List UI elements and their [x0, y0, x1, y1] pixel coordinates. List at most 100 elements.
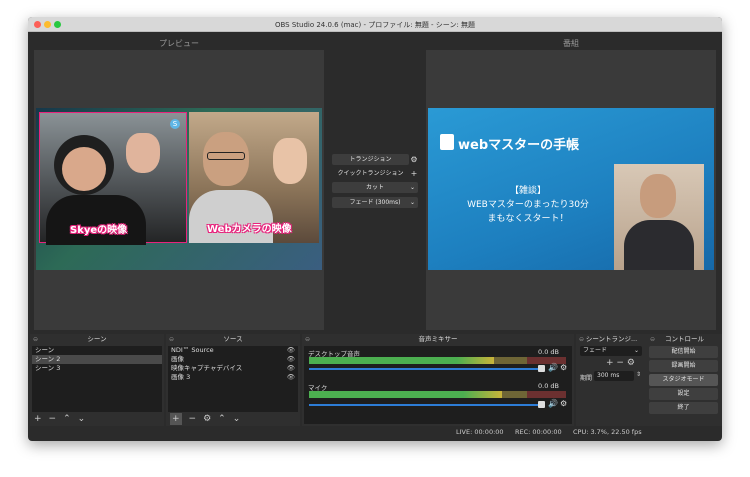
plus-icon[interactable]: + [34, 413, 42, 425]
plus-icon[interactable]: + [170, 413, 182, 425]
source-name: NDI™ Source [171, 346, 214, 354]
minus-icon[interactable]: − [49, 413, 57, 425]
preview-scene[interactable]: S Skyeの映像 Webカメラの映像 [36, 108, 322, 270]
transition-type: フェード [583, 347, 608, 354]
gear-icon[interactable]: ⚙ [560, 363, 567, 372]
dock-icon: ⊖ [650, 336, 656, 343]
cpu-status: CPU: 3.7%, 22.50 fps [573, 428, 642, 436]
track-level: 0.0 dB [538, 382, 559, 390]
person-body [46, 195, 146, 245]
webcam-video: Webカメラの映像 [189, 112, 319, 243]
sources-toolbar: + − ⚙ ⌃ ⌄ [170, 413, 247, 425]
minus-icon[interactable]: − [189, 413, 197, 425]
start-recording-button[interactable]: 録画開始 [649, 360, 718, 372]
eye-icon[interactable]: 👁 [287, 346, 295, 355]
scene-item[interactable]: シーン 2 [32, 355, 162, 364]
settings-button[interactable]: 設定 [649, 388, 718, 400]
meter-red [527, 391, 566, 398]
gear-icon[interactable]: ⚙ [627, 358, 635, 368]
gear-icon[interactable]: ⚙ [560, 399, 567, 408]
presenter-face [640, 174, 676, 218]
glasses [207, 152, 245, 160]
volume-handle[interactable] [538, 365, 545, 372]
title-bar: OBS Studio 24.0.6 (mac) - プロファイル: 無題 - シ… [28, 17, 722, 32]
duration-input[interactable]: 300 ms [594, 371, 634, 381]
chevron-down-icon: ⌄ [409, 199, 415, 206]
chevron-down-icon[interactable]: ⌄ [233, 413, 241, 425]
sources-title: ソース [223, 335, 243, 343]
scenes-dock: ⊖ シーン シーン シーン 2 シーン 3 + − ⌃ ⌄ [30, 334, 164, 426]
skype-video: S Skyeの映像 [39, 112, 187, 245]
speaker-icon[interactable]: 🔊 [548, 363, 558, 372]
transition-select[interactable]: フェード ⌄ [580, 346, 642, 356]
mixer-title: 音声ミキサー [418, 335, 458, 343]
preview-canvas[interactable]: S Skyeの映像 Webカメラの映像 [34, 50, 324, 330]
skype-caption: Skyeの映像 [70, 225, 128, 236]
cut-dropdown[interactable]: カット ⌄ [332, 182, 418, 193]
hand [273, 138, 307, 184]
program-logo: webマスターの手帳 [458, 138, 580, 153]
program-caption: 【雑談】 WEBマスターのまったり30分 まもなくスタート！ [428, 184, 628, 226]
volume-slider[interactable] [309, 404, 545, 406]
source-item[interactable]: 画像 3 👁 [168, 373, 298, 382]
chevron-up-icon[interactable]: ⌃ [218, 413, 226, 425]
chevron-down-icon: ⌄ [633, 347, 639, 354]
controls-title: コントロール [665, 335, 704, 343]
volume-slider[interactable] [309, 368, 545, 370]
chevron-down-icon[interactable]: ⌄ [78, 413, 86, 425]
mixer-header: ⊖ 音声ミキサー [302, 334, 574, 345]
gear-icon[interactable]: ⚙ [203, 413, 211, 425]
caption-line3: まもなくスタート！ [487, 214, 569, 224]
plus-icon[interactable]: + [606, 358, 614, 368]
controls-header: ⊖ コントロール [647, 334, 722, 345]
eye-icon[interactable]: 👁 [287, 373, 295, 382]
dock-icon: ⊖ [305, 336, 311, 343]
presenter-body [624, 220, 694, 270]
preview-header: プレビュー [159, 39, 199, 48]
source-item[interactable]: NDI™ Source 👁 [168, 346, 298, 355]
speaker-icon[interactable]: 🔊 [548, 399, 558, 408]
window-title: OBS Studio 24.0.6 (mac) - プロファイル: 無題 - シ… [274, 21, 476, 29]
eye-icon[interactable]: 👁 [287, 355, 295, 364]
sources-list[interactable]: NDI™ Source 👁 画像 👁 映像キャプチャデバイス 👁 画像 3 👁 [168, 346, 298, 412]
audio-meter [309, 357, 566, 364]
exit-button[interactable]: 終了 [649, 402, 718, 414]
scenes-title: シーン [87, 335, 107, 343]
studio-mode-button[interactable]: スタジオモード [649, 374, 718, 386]
source-name: 画像 [171, 355, 184, 363]
eye-icon[interactable]: 👁 [287, 364, 295, 373]
notebook-icon [440, 134, 454, 150]
caption-line2: WEBマスターのまったり30分 [467, 200, 589, 210]
fade-dropdown[interactable]: フェード (300ms) ⌄ [332, 197, 418, 208]
person-face [62, 147, 106, 191]
dock-icon: ⊖ [33, 336, 39, 343]
program-canvas[interactable]: webマスターの手帳 【雑談】 WEBマスターのまったり30分 まもなくスタート… [426, 50, 716, 330]
source-item[interactable]: 画像 👁 [168, 355, 298, 364]
scene-item[interactable]: シーン 3 [32, 364, 162, 373]
source-name: 画像 3 [171, 373, 191, 381]
scene-item[interactable]: シーン [32, 346, 162, 355]
plus-icon[interactable]: + [410, 168, 418, 179]
start-streaming-button[interactable]: 配信開始 [649, 346, 718, 358]
source-item[interactable]: 映像キャプチャデバイス 👁 [168, 364, 298, 373]
live-status: LIVE: 00:00:00 [456, 428, 504, 436]
presenter-video [614, 164, 704, 270]
sources-dock: ⊖ ソース NDI™ Source 👁 画像 👁 映像キャプチャデバイス 👁 画像 3 👁… [166, 334, 300, 426]
duration-label: 期間 [580, 375, 593, 382]
track-level: 0.0 dB [538, 348, 559, 356]
hand [126, 133, 160, 173]
gear-icon[interactable]: ⚙ [410, 154, 418, 165]
webcam-caption: Webカメラの映像 [207, 224, 292, 235]
fade-label: フェード (300ms) [349, 199, 401, 206]
audio-meter [309, 391, 566, 398]
scenes-list[interactable]: シーン シーン 2 シーン 3 [32, 346, 162, 412]
minus-icon[interactable]: − [616, 358, 624, 368]
transition-button[interactable]: トランジション [332, 154, 409, 165]
chevron-up-icon[interactable]: ⌃ [63, 413, 71, 425]
program-header: 番組 [563, 39, 579, 48]
meter-fill [309, 357, 495, 364]
obs-window: OBS Studio 24.0.6 (mac) - プロファイル: 無題 - シ… [28, 17, 722, 441]
duration-stepper[interactable]: ⇕ [636, 371, 641, 378]
rec-status: REC: 00:00:00 [515, 428, 562, 436]
volume-handle[interactable] [538, 401, 545, 408]
